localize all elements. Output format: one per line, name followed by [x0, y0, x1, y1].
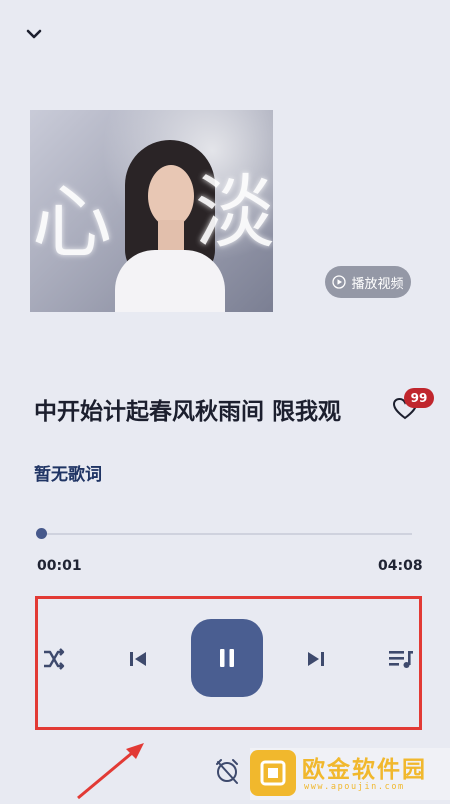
total-time: 04:08: [378, 558, 423, 574]
collapse-button[interactable]: [22, 22, 46, 46]
watermark-name: 欧金软件园: [302, 757, 427, 783]
play-video-button[interactable]: 播放视频: [325, 266, 411, 298]
progress-track[interactable]: [40, 533, 412, 535]
current-time: 00:01: [37, 558, 82, 574]
arrow-icon: [77, 743, 144, 800]
cover-face: [148, 165, 194, 227]
shuffle-icon: [44, 648, 65, 670]
song-title: 中开始计起春风秋雨间 限我观: [34, 399, 342, 425]
watermark-site: www.apoujin.com: [304, 782, 405, 792]
playlist-button[interactable]: [386, 645, 416, 673]
skip-previous-icon: [130, 652, 146, 666]
cover-overlay-text-left: 心: [32, 176, 112, 269]
progress-thumb[interactable]: [36, 528, 48, 539]
playlist-icon: [389, 651, 413, 668]
pause-button[interactable]: [191, 619, 263, 697]
play-circle-icon: [332, 275, 347, 289]
watermark: 欧金软件园 www.apoujin.com: [250, 748, 450, 800]
sleep-timer-button[interactable]: [212, 756, 242, 786]
skip-next-icon: [308, 652, 324, 666]
pause-icon: [220, 649, 234, 667]
alarm-off-icon: [216, 759, 238, 784]
lyrics-text[interactable]: 暂无歌词: [34, 460, 102, 485]
next-button[interactable]: [303, 646, 329, 672]
previous-button[interactable]: [125, 646, 151, 672]
shuffle-button[interactable]: [40, 645, 68, 673]
play-video-label: 播放视频: [351, 276, 404, 292]
annotation-arrow: [70, 742, 150, 800]
album-cover: 心 淡: [30, 110, 273, 312]
cover-overlay-text-right: 淡: [195, 166, 273, 259]
chevron-down-icon: [26, 29, 42, 39]
like-count-badge: 99: [404, 388, 434, 408]
watermark-logo-icon: [250, 750, 296, 796]
cover-neck: [158, 220, 184, 250]
